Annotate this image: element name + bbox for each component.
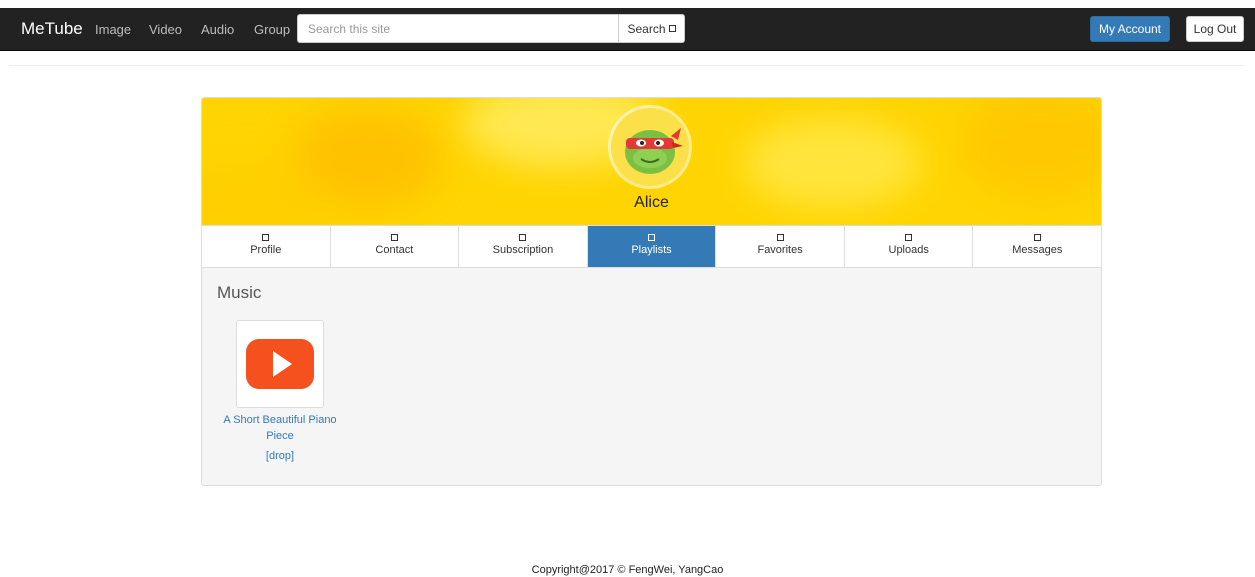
playlist-title: Music [217, 283, 262, 302]
drop-link[interactable]: [drop] [216, 450, 344, 462]
footer-copyright: Copyright@2017 © FengWei, YangCao [531, 564, 724, 576]
profile-panel: Alice Profile Contact Subscription Playl… [201, 97, 1102, 486]
tab-profile[interactable]: Profile [202, 226, 331, 267]
search-button-label: Search [627, 21, 666, 36]
tab-glyph-icon [519, 234, 527, 241]
tab-label: Subscription [492, 244, 554, 256]
brand-logo[interactable]: MeTube [21, 19, 83, 39]
top-navbar: MeTube Image Video Audio Group Search My… [0, 8, 1255, 51]
search-button[interactable]: Search [619, 14, 685, 43]
logout-button[interactable]: Log Out [1186, 16, 1244, 42]
tab-label: Favorites [757, 244, 803, 256]
tab-uploads[interactable]: Uploads [844, 226, 974, 267]
tab-label: Contact [375, 244, 414, 256]
nav-link-group[interactable]: Group [254, 22, 290, 37]
my-account-button[interactable]: My Account [1090, 16, 1170, 42]
nav-link-audio[interactable]: Audio [201, 22, 234, 37]
tab-playlists[interactable]: Playlists [587, 226, 717, 267]
header-divider [9, 65, 1246, 66]
tab-label: Profile [250, 244, 282, 256]
tab-glyph-icon [390, 234, 398, 241]
search-glyph-icon [668, 25, 676, 32]
profile-tabs: Profile Contact Subscription Playlists F… [202, 225, 1101, 268]
video-title-link[interactable]: A Short Beautiful Piano Piece [216, 412, 344, 444]
video-play-icon [246, 339, 314, 389]
tab-messages[interactable]: Messages [973, 226, 1101, 267]
tab-glyph-icon [905, 234, 913, 241]
tab-label: Uploads [888, 244, 929, 256]
tab-label: Playlists [631, 244, 672, 256]
tab-glyph-icon [1033, 234, 1041, 241]
turtle-avatar-icon [611, 108, 689, 186]
profile-user-name: Alice [634, 194, 669, 211]
profile-banner: Alice [202, 98, 1101, 225]
tab-contact[interactable]: Contact [330, 226, 460, 267]
tab-glyph-icon [648, 234, 656, 241]
tab-glyph-icon [262, 234, 270, 241]
tab-subscription[interactable]: Subscription [459, 226, 588, 267]
tab-label: Messages [1012, 244, 1063, 256]
tab-glyph-icon [776, 234, 784, 241]
nav-link-image[interactable]: Image [95, 22, 131, 37]
search-input[interactable] [297, 14, 619, 43]
tab-favorites[interactable]: Favorites [716, 226, 845, 267]
video-thumbnail[interactable] [236, 320, 324, 408]
nav-link-video[interactable]: Video [149, 22, 182, 37]
